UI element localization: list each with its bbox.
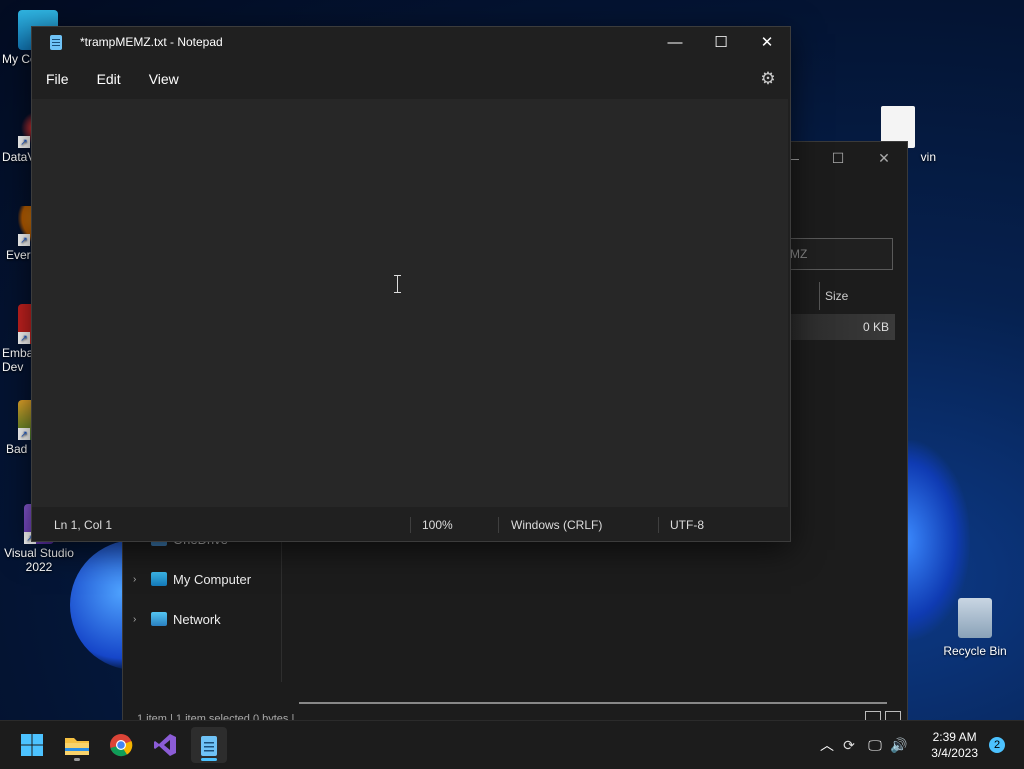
column-size-label: Size (825, 289, 849, 303)
text-editor-area[interactable] (32, 99, 788, 507)
desktop-icon-label: Recycle Bin (943, 644, 1007, 658)
sync-icon[interactable]: ⟳ (836, 737, 862, 754)
clock[interactable]: 2:39 AM 3/4/2023 (931, 729, 978, 761)
menu-bar: File Edit View (32, 65, 193, 93)
nav-item-label: My Computer (173, 571, 252, 587)
text-cursor-icon (394, 275, 402, 293)
column-separator (819, 282, 820, 310)
volume-icon[interactable]: 🔊 (888, 737, 910, 754)
caption-buttons: — ☐ ✕ (652, 27, 790, 57)
shortcut-arrow-icon: ↗ (18, 234, 30, 246)
close-icon[interactable]: ✕ (861, 142, 907, 174)
menu-view[interactable]: View (135, 65, 193, 93)
recycle-bin-icon (958, 598, 992, 638)
monitor-icon (151, 572, 167, 586)
settings-gear-icon[interactable]: ⚙ (758, 69, 778, 89)
shortcut-arrow-icon: ↗ (18, 428, 30, 440)
notification-badge[interactable]: 2 (989, 737, 1005, 753)
menu-file[interactable]: File (32, 65, 83, 93)
desktop-icon-label: Visual Studio 2022 (4, 546, 74, 574)
status-bar: Ln 1, Col 1 100% Windows (CRLF) UTF-8 (32, 511, 790, 539)
taskbar: ︿ ⟳ 🖵 🔊 2:39 AM 3/4/2023 2 (0, 720, 1024, 769)
line-ending: Windows (CRLF) (511, 518, 603, 532)
shortcut-arrow-icon: ↗ (18, 136, 30, 148)
status-separator (410, 517, 411, 533)
notepad-icon (201, 736, 217, 756)
title-bar[interactable]: *trampMEMZ.txt - Notepad — ☐ ✕ (32, 27, 790, 57)
system-tray: ︿ ⟳ 🖵 🔊 (818, 721, 910, 769)
active-indicator (201, 758, 217, 761)
notepad-icon (50, 35, 62, 50)
close-button[interactable]: ✕ (744, 27, 790, 57)
taskbar-visual-studio[interactable] (147, 727, 183, 763)
status-separator (658, 517, 659, 533)
zoom-level: 100% (422, 518, 453, 532)
search-input[interactable]: MZ (783, 238, 893, 270)
shortcut-arrow-icon: ↗ (18, 332, 30, 344)
clock-time: 2:39 AM (932, 730, 977, 744)
visual-studio-icon (154, 734, 176, 756)
chevron-up-icon[interactable]: ︿ (818, 735, 836, 755)
column-header[interactable]: Size (783, 282, 899, 310)
chevron-right-icon[interactable]: › (133, 574, 143, 585)
taskbar-file-explorer[interactable] (59, 727, 95, 763)
encoding: UTF-8 (670, 518, 704, 532)
maximize-button[interactable]: ☐ (698, 27, 744, 57)
nav-item-network[interactable]: › Network (133, 608, 221, 630)
start-button[interactable] (14, 727, 50, 763)
cursor-position: Ln 1, Col 1 (54, 518, 113, 532)
network-icon (151, 612, 167, 626)
chevron-right-icon[interactable]: › (133, 614, 143, 625)
minimize-button[interactable]: — (652, 27, 698, 57)
network-icon[interactable]: 🖵 (862, 737, 888, 754)
clock-date: 3/4/2023 (931, 746, 978, 760)
notepad-window[interactable]: *trampMEMZ.txt - Notepad — ☐ ✕ File Edit… (31, 26, 791, 542)
running-indicator (74, 758, 80, 761)
maximize-icon[interactable]: ☐ (815, 142, 861, 174)
menu-edit[interactable]: Edit (83, 65, 135, 93)
horizontal-scrollbar[interactable] (299, 702, 887, 704)
window-title: *trampMEMZ.txt - Notepad (80, 35, 223, 49)
status-separator (498, 517, 499, 533)
taskbar-notepad[interactable] (191, 727, 227, 763)
nav-item-label: Network (173, 611, 221, 627)
nav-item-my-computer[interactable]: › My Computer (133, 568, 251, 590)
desktop-icon-recycle-bin[interactable]: Recycle Bin (935, 598, 1015, 658)
file-row[interactable]: 0 KB (783, 314, 895, 340)
taskbar-chrome[interactable] (103, 727, 139, 763)
folder-icon (65, 738, 89, 755)
navigation-pane: › OneDrive › My Computer › Network (123, 522, 282, 682)
windows-logo-icon (21, 734, 43, 756)
chrome-icon (110, 734, 133, 757)
